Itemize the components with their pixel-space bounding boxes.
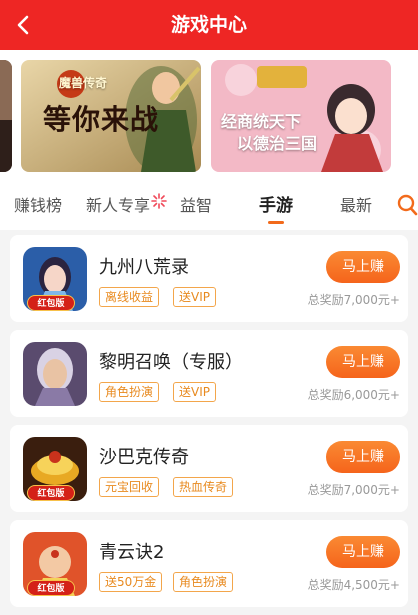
total-reward: 总奖励7,000元+: [307, 483, 400, 497]
banner-title: 等你来战: [43, 103, 160, 136]
tab-puzzle[interactable]: 益智: [180, 180, 212, 230]
banner-carousel[interactable]: 魔兽传奇 等你来战 经商统天下 以德治三国: [0, 50, 418, 180]
game-card[interactable]: 红包版 青云诀2 送50万金 角色扮演 马上赚 总奖励4,500元+: [10, 520, 408, 607]
banner-logo-text: 魔兽传奇: [59, 76, 108, 90]
game-name: 青云诀2: [99, 542, 165, 563]
game-tag: 离线收益: [99, 287, 160, 307]
banner-title-line2: 以德治三国: [237, 134, 318, 153]
game-tag: 角色扮演: [173, 572, 234, 592]
earn-now-button[interactable]: 马上赚: [326, 441, 400, 473]
banner-partial[interactable]: [0, 60, 12, 172]
game-card[interactable]: 红包版 九州八荒录 离线收益 送VIP 马上赚 总奖励7,000元+: [10, 235, 408, 322]
game-tag: 送VIP: [173, 382, 216, 402]
banner-game-ad[interactable]: 魔兽传奇 等你来战: [21, 60, 201, 172]
earn-now-button[interactable]: 马上赚: [326, 536, 400, 568]
red-packet-badge: 红包版: [27, 485, 75, 501]
total-reward: 总奖励4,500元+: [307, 578, 400, 592]
category-tabs: 赚钱榜 新人专享 益智 手游 最新: [0, 180, 418, 230]
game-icon: 红包版: [23, 437, 87, 501]
tab-latest[interactable]: 最新: [340, 180, 372, 230]
red-packet-badge: 红包版: [27, 295, 75, 311]
back-button[interactable]: [8, 9, 40, 41]
active-tab-indicator: [268, 221, 284, 224]
red-packet-badge: 红包版: [27, 580, 75, 596]
page-title: 游戏中心: [170, 14, 247, 36]
banner-game-ad-2[interactable]: 经商统天下 以德治三国: [211, 60, 391, 172]
earn-now-button[interactable]: 马上赚: [326, 346, 400, 378]
game-tag: 热血传奇: [173, 477, 234, 497]
game-tag: 元宝回收: [99, 477, 160, 497]
game-icon: 红包版: [23, 247, 87, 311]
chevron-left-icon: [17, 15, 29, 35]
earn-now-button[interactable]: 马上赚: [326, 251, 400, 283]
game-tag: 送50万金: [99, 572, 163, 592]
sparkle-icon: [151, 193, 167, 209]
game-tag: 角色扮演: [99, 382, 160, 402]
game-icon: 红包版: [23, 532, 87, 596]
game-name: 沙巴克传奇: [99, 447, 189, 468]
total-reward: 总奖励7,000元+: [307, 293, 400, 307]
search-button[interactable]: [396, 193, 418, 217]
game-name: 黎明召唤（专服）: [99, 352, 243, 373]
total-reward: 总奖励6,000元+: [307, 388, 400, 402]
game-tag: 送VIP: [173, 287, 216, 307]
game-card[interactable]: 黎明召唤（专服） 角色扮演 送VIP 马上赚 总奖励6,000元+: [10, 330, 408, 417]
banner-title-line1: 经商统天下: [221, 112, 302, 131]
game-name: 九州八荒录: [99, 257, 189, 278]
game-icon: [23, 342, 87, 406]
search-icon: [397, 194, 418, 216]
tab-newcomer[interactable]: 新人专享: [86, 180, 150, 230]
app-header: 游戏中心: [0, 0, 418, 50]
tab-earn-rank[interactable]: 赚钱榜: [14, 180, 62, 230]
game-card[interactable]: 红包版 沙巴克传奇 元宝回收 热血传奇 马上赚 总奖励7,000元+: [10, 425, 408, 512]
